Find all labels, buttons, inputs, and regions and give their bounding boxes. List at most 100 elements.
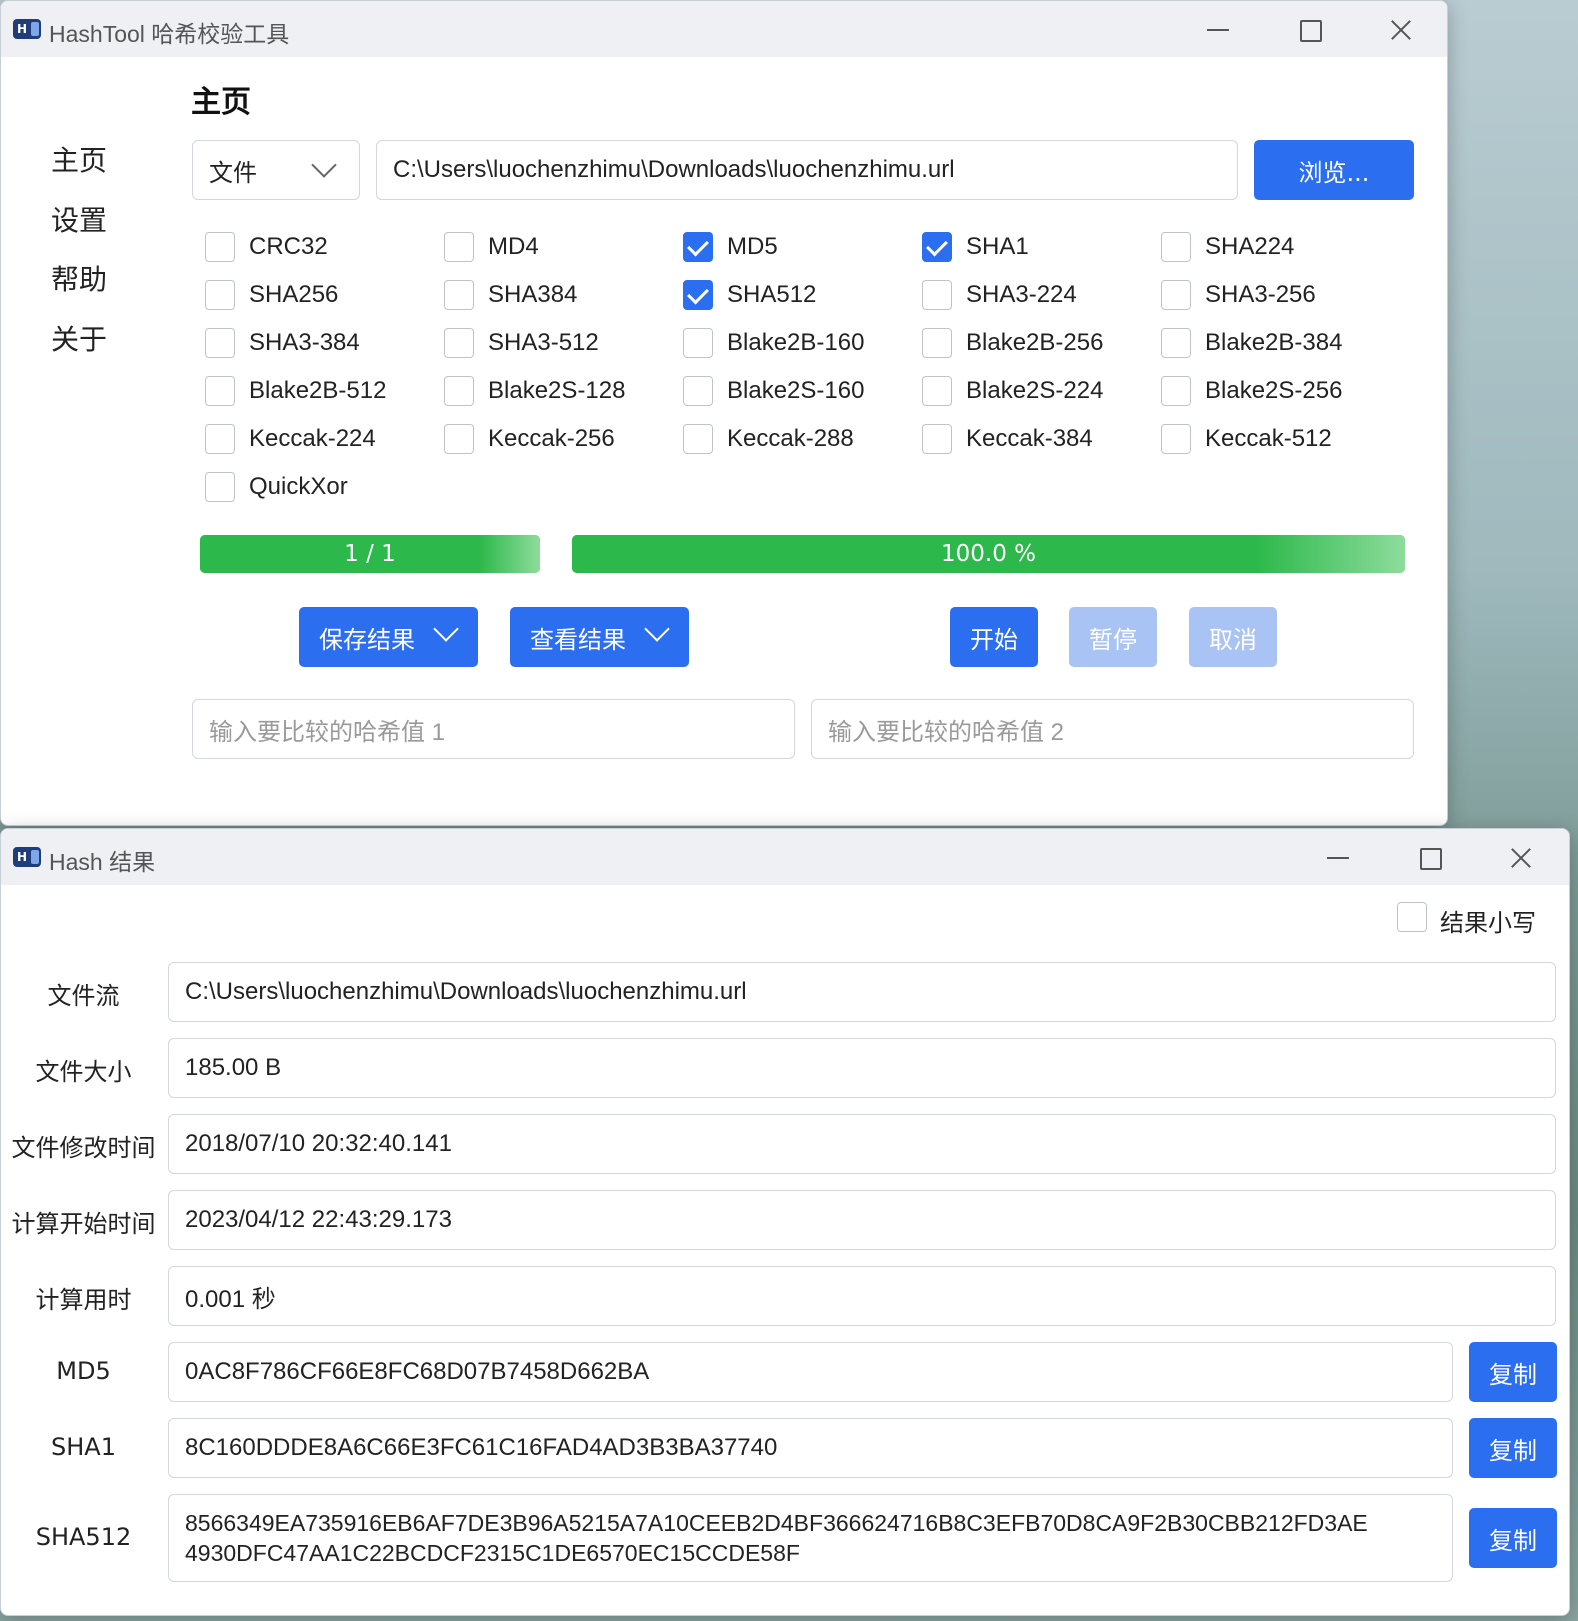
algo-label-keccak-384: Keccak-384 <box>966 425 1093 452</box>
title-bar: H Hash 结果 <box>1 829 1569 885</box>
copy-sha1-button[interactable]: 复制 <box>1469 1418 1557 1478</box>
nav-help[interactable]: 帮助 <box>51 258 107 298</box>
algo-label-blake2s-160: Blake2S-160 <box>727 377 865 404</box>
start-button[interactable]: 开始 <box>950 607 1038 667</box>
algo-checkbox-sha3-224[interactable] <box>922 280 952 310</box>
nav-settings[interactable]: 设置 <box>51 199 107 239</box>
lowercase-checkbox[interactable] <box>1397 902 1427 932</box>
algo-label-blake2s-128: Blake2S-128 <box>488 377 626 404</box>
algo-checkbox-quickxor[interactable] <box>205 472 235 502</box>
chevron-down-icon <box>433 616 459 642</box>
close-icon[interactable] <box>1386 15 1416 45</box>
algo-label-sha3-256: SHA3-256 <box>1205 281 1316 308</box>
main-window: H HashTool 哈希校验工具 主页 设置 帮助 关于 主页 文件 C:\U… <box>0 0 1448 826</box>
path-input[interactable]: C:\Users\luochenzhimu\Downloads\luochenz… <box>376 140 1238 200</box>
hash-value-line: 8566349EA735916EB6AF7DE3B96A5215A7A10CEE… <box>185 1510 1368 1536</box>
algo-checkbox-sha256[interactable] <box>205 280 235 310</box>
result-label: 计算开始时间 <box>11 1210 156 1238</box>
overall-progress-bar: 100.0 % <box>572 535 1405 573</box>
algo-checkbox-blake2s-256[interactable] <box>1161 376 1191 406</box>
result-value-field[interactable]: 2023/04/12 22:43:29.173 <box>168 1190 1556 1250</box>
result-value-field[interactable]: 0.001 秒 <box>168 1266 1556 1326</box>
algo-checkbox-sha3-384[interactable] <box>205 328 235 358</box>
hash-value-field[interactable]: 8C160DDDE8A6C66E3FC61C16FAD4AD3B3BA37740 <box>168 1418 1453 1478</box>
algo-checkbox-blake2s-160[interactable] <box>683 376 713 406</box>
hash-value-field[interactable]: 8566349EA735916EB6AF7DE3B96A5215A7A10CEE… <box>168 1494 1453 1582</box>
algo-label-keccak-288: Keccak-288 <box>727 425 854 452</box>
result-label: 计算用时 <box>35 1286 132 1314</box>
minimize-icon[interactable] <box>1323 843 1353 873</box>
algo-label-blake2b-160: Blake2B-160 <box>727 329 865 356</box>
algo-label-keccak-256: Keccak-256 <box>488 425 615 452</box>
algo-label-sha256: SHA256 <box>249 281 339 308</box>
algo-label-sha3-384: SHA3-384 <box>249 329 360 356</box>
algo-checkbox-keccak-224[interactable] <box>205 424 235 454</box>
pause-button[interactable]: 暂停 <box>1069 607 1157 667</box>
maximize-icon[interactable] <box>1294 15 1324 45</box>
nav-home[interactable]: 主页 <box>51 139 107 179</box>
browse-button[interactable]: 浏览... <box>1254 140 1414 200</box>
algo-checkbox-blake2s-224[interactable] <box>922 376 952 406</box>
algo-checkbox-blake2s-128[interactable] <box>444 376 474 406</box>
algo-checkbox-sha3-512[interactable] <box>444 328 474 358</box>
algo-checkbox-sha224[interactable] <box>1161 232 1191 262</box>
nav-about[interactable]: 关于 <box>51 318 107 358</box>
file-progress-bar: 1 / 1 <box>200 535 540 573</box>
result-value-field[interactable]: 2018/07/10 20:32:40.141 <box>168 1114 1556 1174</box>
algo-checkbox-sha3-256[interactable] <box>1161 280 1191 310</box>
cancel-button[interactable]: 取消 <box>1189 607 1277 667</box>
algo-checkbox-keccak-256[interactable] <box>444 424 474 454</box>
result-value-field[interactable]: C:\Users\luochenzhimu\Downloads\luochenz… <box>168 962 1556 1022</box>
result-label: 文件流 <box>47 982 120 1010</box>
window-title: HashTool 哈希校验工具 <box>49 21 290 47</box>
algo-label-quickxor: QuickXor <box>249 473 348 500</box>
algo-checkbox-sha1[interactable] <box>922 232 952 262</box>
algo-checkbox-blake2b-384[interactable] <box>1161 328 1191 358</box>
hash-label: SHA512 <box>35 1523 132 1551</box>
overall-progress-text: 100.0 % <box>940 541 1036 567</box>
view-results-button[interactable]: 查看结果 <box>510 607 689 667</box>
algo-checkbox-sha384[interactable] <box>444 280 474 310</box>
result-label: 文件修改时间 <box>11 1134 156 1162</box>
algo-checkbox-crc32[interactable] <box>205 232 235 262</box>
result-value-field[interactable]: 185.00 B <box>168 1038 1556 1098</box>
algo-label-md5: MD5 <box>727 233 778 260</box>
algo-checkbox-sha512[interactable] <box>683 280 713 310</box>
chevron-down-icon <box>644 616 670 642</box>
close-icon[interactable] <box>1506 843 1536 873</box>
title-bar: H HashTool 哈希校验工具 <box>1 1 1447 57</box>
algo-checkbox-blake2b-512[interactable] <box>205 376 235 406</box>
algo-label-md4: MD4 <box>488 233 539 260</box>
maximize-icon[interactable] <box>1414 843 1444 873</box>
copy-md5-button[interactable]: 复制 <box>1469 1342 1557 1402</box>
algo-label-sha384: SHA384 <box>488 281 578 308</box>
window-title: Hash 结果 <box>49 849 156 875</box>
algo-label-blake2s-256: Blake2S-256 <box>1205 377 1343 404</box>
lowercase-label: 结果小写 <box>1440 910 1536 937</box>
source-type-select[interactable]: 文件 <box>192 140 360 200</box>
compare-hash-input-2[interactable]: 输入要比较的哈希值 2 <box>811 699 1414 759</box>
view-results-label: 查看结果 <box>530 625 626 654</box>
algo-label-sha3-224: SHA3-224 <box>966 281 1077 308</box>
algo-checkbox-md4[interactable] <box>444 232 474 262</box>
minimize-icon[interactable] <box>1203 15 1233 45</box>
compare-hash-input-1[interactable]: 输入要比较的哈希值 1 <box>192 699 795 759</box>
algo-label-blake2s-224: Blake2S-224 <box>966 377 1104 404</box>
result-label: 文件大小 <box>35 1058 132 1086</box>
app-icon: H <box>13 19 41 39</box>
save-results-label: 保存结果 <box>319 625 415 654</box>
hash-value-line: 4930DFC47AA1C22BCDCF2315C1DE6570EC15CCDE… <box>185 1540 800 1566</box>
copy-sha512-button[interactable]: 复制 <box>1469 1508 1557 1568</box>
hash-value-field[interactable]: 0AC8F786CF66E8FC68D07B7458D662BA <box>168 1342 1453 1402</box>
algo-checkbox-keccak-288[interactable] <box>683 424 713 454</box>
algo-checkbox-blake2b-256[interactable] <box>922 328 952 358</box>
algo-label-blake2b-256: Blake2B-256 <box>966 329 1104 356</box>
app-icon: H <box>13 847 41 867</box>
algo-checkbox-md5[interactable] <box>683 232 713 262</box>
algo-checkbox-keccak-384[interactable] <box>922 424 952 454</box>
save-results-button[interactable]: 保存结果 <box>299 607 478 667</box>
chevron-down-icon <box>311 152 337 178</box>
algo-checkbox-keccak-512[interactable] <box>1161 424 1191 454</box>
algo-label-sha3-512: SHA3-512 <box>488 329 599 356</box>
algo-checkbox-blake2b-160[interactable] <box>683 328 713 358</box>
